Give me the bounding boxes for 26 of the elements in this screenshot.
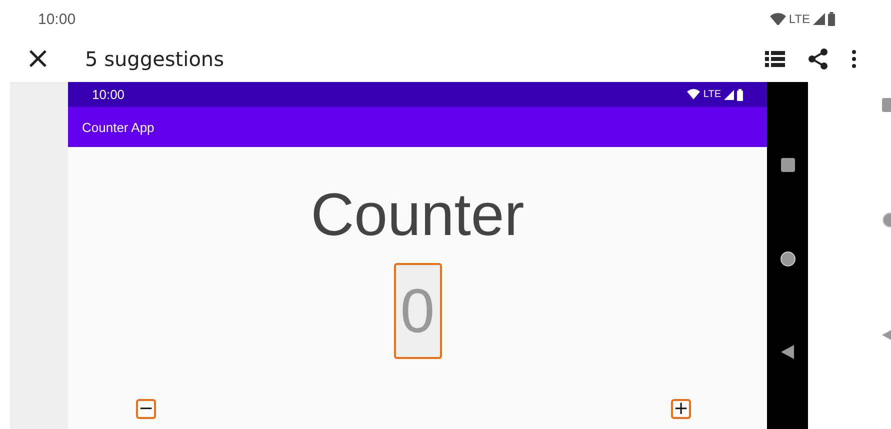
home-icon[interactable] (780, 250, 796, 266)
status-time: 10:00 (92, 87, 125, 102)
counter-value: 0 (394, 263, 442, 359)
close-button[interactable]: × (24, 44, 52, 74)
battery-icon (737, 88, 743, 100)
signal-icon (724, 90, 734, 100)
battery-icon (828, 12, 835, 26)
recents-icon[interactable] (780, 158, 794, 172)
wifi-icon (687, 89, 700, 100)
share-icon (807, 48, 829, 70)
more-button[interactable] (851, 50, 857, 68)
decrement-button[interactable]: − (136, 399, 156, 419)
increment-button[interactable]: + (671, 399, 691, 419)
counter-heading: Counter (310, 185, 524, 245)
wifi-icon (770, 12, 786, 26)
list-icon (765, 51, 785, 67)
toolbar-title: Counter App (82, 120, 154, 134)
status-time: 10:00 (38, 10, 76, 28)
share-button[interactable] (807, 48, 829, 70)
network-label: LTE (703, 89, 721, 100)
list-view-button[interactable] (765, 51, 785, 67)
network-label: LTE (788, 12, 810, 26)
back-icon[interactable] (781, 345, 794, 359)
signal-icon (813, 13, 825, 25)
more-icon (851, 50, 857, 68)
app-bar-title: 5 suggestions (85, 47, 226, 71)
